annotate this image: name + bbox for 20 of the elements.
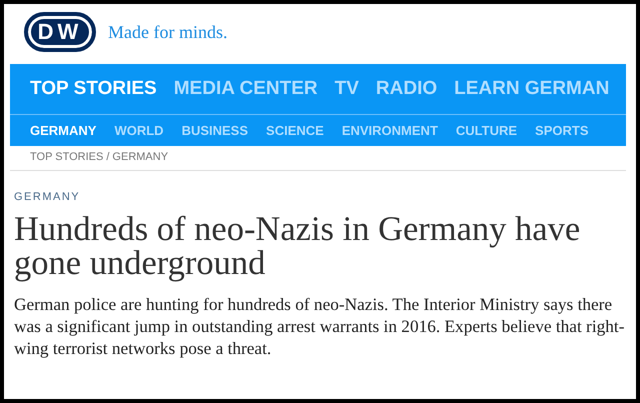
section-label: GERMANY <box>14 191 82 203</box>
logo[interactable]: DW <box>24 12 96 52</box>
section-tab[interactable]: WORLD <box>114 123 164 138</box>
tagline: Made for minds. <box>108 22 228 42</box>
section-tab[interactable]: SPORTS <box>535 123 588 138</box>
headline: Hundreds of neo-Nazis in Germany have gone underground <box>14 212 582 280</box>
nav-tab[interactable]: TOP STORIES <box>30 78 157 100</box>
breadcrumb-separator: / <box>106 151 110 163</box>
section-tab[interactable]: CULTURE <box>456 123 518 138</box>
teaser-text: German police are hunting for hundreds of neo-Nazis. The Interior Ministry says there was a significant jump in outstanding arrest warrants in 2016. Experts believe that right-wing terrorist networks pose a threat. <box>14 294 626 360</box>
breadcrumb-link[interactable]: GERMANY <box>112 151 168 163</box>
breadcrumb-link[interactable]: TOP STORIES <box>30 151 104 163</box>
section-tab[interactable]: BUSINESS <box>182 123 248 138</box>
section-tab[interactable]: GERMANY <box>30 123 96 138</box>
section-tab[interactable]: ENVIRONMENT <box>342 123 438 138</box>
section-tab[interactable]: SCIENCE <box>266 123 324 138</box>
nav-tab[interactable]: TV <box>334 78 359 100</box>
nav-tab[interactable]: MEDIA CENTER <box>174 78 318 100</box>
nav-tab[interactable]: LEARN GERMAN <box>454 78 610 100</box>
nav-tab[interactable]: RADIO <box>376 78 438 100</box>
